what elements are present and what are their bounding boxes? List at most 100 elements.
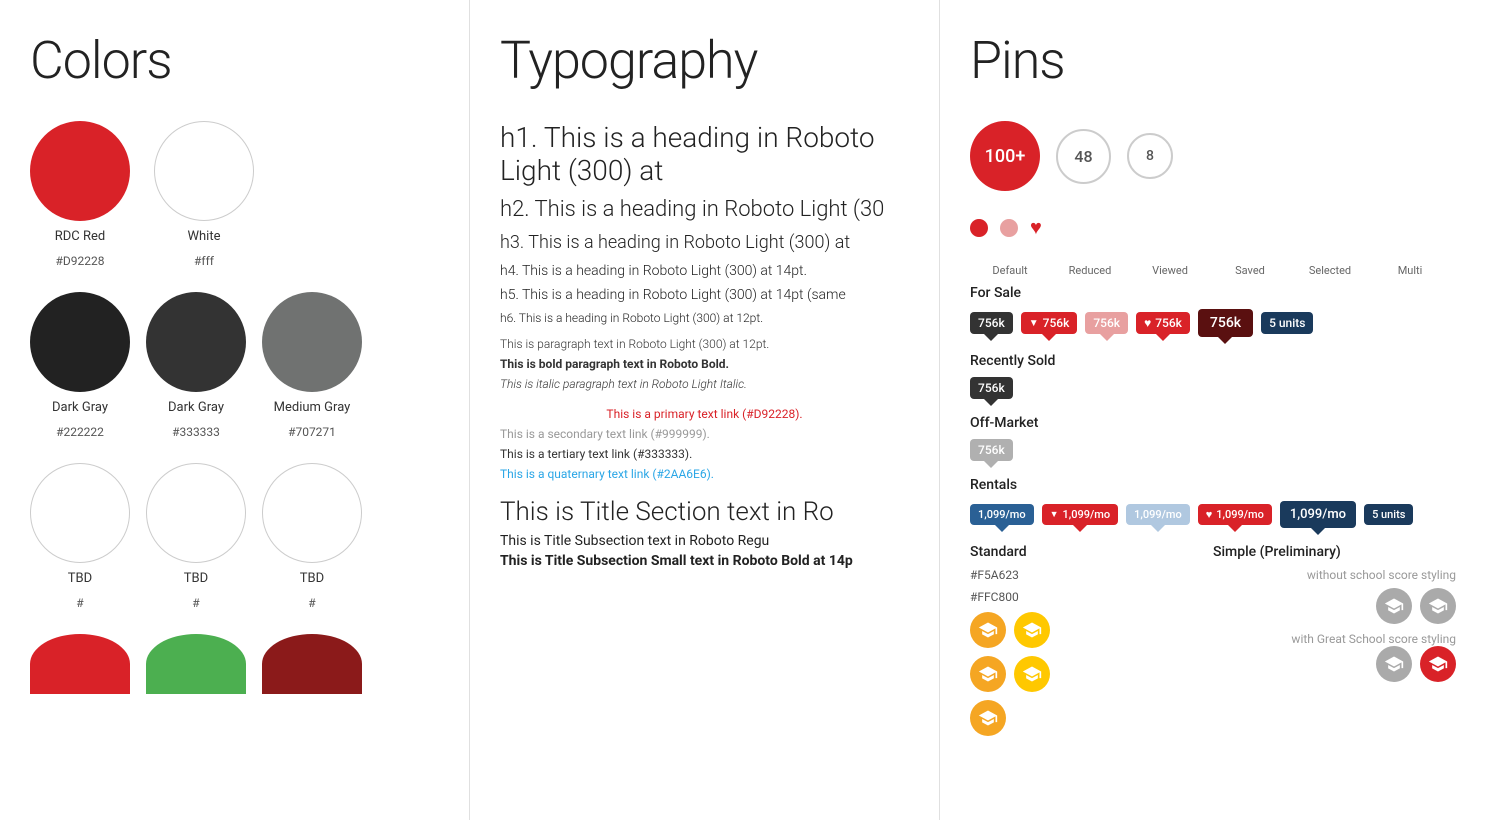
color-item-red-bottom	[30, 634, 130, 694]
school-icon-orange2	[970, 656, 1006, 692]
school-elem-icon2	[1022, 664, 1042, 684]
pin-dots-row: ♥	[970, 215, 1456, 240]
swatch-hex-dark-gray1: #222222	[56, 425, 104, 439]
school-icon-yellow2	[1014, 656, 1050, 692]
color-item-green-bottom	[146, 634, 246, 694]
school-elem-icon-simple	[1384, 654, 1404, 674]
pins-title: Pins	[970, 30, 1456, 91]
school-icon-simple1	[1376, 588, 1412, 624]
link-secondary[interactable]: This is a secondary text link (#999999).	[500, 427, 909, 441]
schools-section: Standard #F5A623 #FFC800	[970, 544, 1456, 744]
school-icon-orange3	[970, 700, 1006, 736]
arrow-down-icon-pink	[1100, 334, 1114, 341]
schools-simple-col: Simple (Preliminary) without school scor…	[1213, 544, 1456, 744]
swatch-hex-medium-gray: #707271	[288, 425, 336, 439]
swatch-label-medium-gray: Medium Gray	[274, 400, 351, 417]
schools-with-label: with Great School score styling	[1213, 632, 1456, 646]
swatch-label-tbd3: TBD	[300, 571, 324, 588]
swatch-green-bottom	[146, 634, 246, 694]
pin-dot-default	[970, 219, 988, 237]
heading-h2: h2. This is a heading in Roboto Light (3…	[500, 197, 909, 222]
swatch-label-tbd2: TBD	[184, 571, 208, 588]
for-sale-pins-row: 756k ▼ 756k 756k ♥ 756k 756k	[970, 309, 1456, 337]
pin-bubble-48: 48	[1056, 129, 1111, 184]
school-icon-simple3	[1376, 646, 1412, 682]
pin-rentals-multi: 5 units	[1364, 504, 1413, 525]
recently-sold-title: Recently Sold	[970, 353, 1456, 369]
arrow-down-icon-saved	[1156, 334, 1170, 341]
school-cap-icon2	[1022, 620, 1042, 640]
off-market-title: Off-Market	[970, 415, 1456, 431]
pin-for-sale-viewed: 756k	[1085, 312, 1128, 334]
color-item-dark-gray2: Dark Gray #333333	[146, 292, 246, 439]
pin-recently-sold-default: 756k	[970, 377, 1013, 399]
pin-column-labels: Default Reduced Viewed Saved Selected Mu…	[970, 264, 1456, 277]
label-multi: Multi	[1370, 264, 1450, 277]
title-subsection-small: This is Title Subsection Small text in R…	[500, 553, 909, 569]
heart-icon: ♥	[1144, 316, 1151, 330]
arrow-down-icon-rent-viewed	[1151, 525, 1165, 532]
label-default: Default	[970, 264, 1050, 277]
arrow-icon: ▼	[1029, 318, 1039, 329]
pin-off-market-default: 756k	[970, 439, 1013, 461]
swatch-rdc-red	[30, 121, 130, 221]
pin-rentals-selected: 1,099/mo	[1280, 501, 1356, 528]
pin-for-sale-multi: 5 units	[1261, 312, 1313, 334]
pin-for-sale-selected: 756k	[1198, 309, 1253, 337]
schools-icons-row2	[970, 656, 1213, 692]
school-cap-icon	[978, 620, 998, 640]
swatch-hex-tbd2: #	[192, 596, 199, 610]
arrow-down-icon-off-market	[984, 461, 998, 468]
swatch-dark-red-bottom	[262, 634, 362, 694]
schools-icons-row1	[970, 612, 1213, 648]
title-section: This is Title Section text in Ro	[500, 497, 909, 527]
swatch-hex-white: #fff	[194, 254, 214, 268]
pin-bubble-8: 8	[1127, 133, 1173, 179]
link-tertiary[interactable]: This is a tertiary text link (#333333).	[500, 447, 909, 461]
arrow-down-icon-rent-red	[1073, 525, 1087, 532]
for-sale-section: For Sale 756k ▼ 756k 756k ♥ 756k	[970, 285, 1456, 337]
color-item-dark-red-bottom	[262, 634, 362, 694]
arrow-down-icon-rent-saved	[1228, 525, 1242, 532]
off-market-pins-row: 756k	[970, 439, 1456, 461]
school-elem-icon	[978, 664, 998, 684]
typography-title: Typography	[500, 30, 909, 91]
school-icon-yellow1	[1014, 612, 1050, 648]
label-selected: Selected	[1290, 264, 1370, 277]
schools-simple-icons-row1	[1213, 588, 1456, 624]
school-icon-simple2	[1420, 588, 1456, 624]
pin-dot-heart: ♥	[1030, 215, 1042, 240]
label-saved: Saved	[1210, 264, 1290, 277]
arrow-down-icon-selected	[1217, 336, 1233, 344]
label-reduced: Reduced	[1050, 264, 1130, 277]
pin-rentals-reduced: ▼ 1,099/mo	[1042, 504, 1119, 525]
pin-for-sale-saved: ♥ 756k	[1136, 312, 1190, 334]
schools-standard-title: Standard	[970, 544, 1213, 560]
arrow-down-icon-sold	[984, 399, 998, 406]
school-cap-icon-simple2	[1428, 596, 1448, 616]
swatch-hex-rdc-red: #D92228	[56, 254, 105, 268]
schools-color2: #FFC800	[970, 590, 1213, 604]
pin-bubble-100: 100+	[970, 121, 1040, 191]
rentals-section: Rentals 1,099/mo ▼ 1,099/mo 1,099/mo ♥ 1…	[970, 477, 1456, 528]
bold-text: This is bold paragraph text in Roboto Bo…	[500, 357, 909, 371]
swatch-hex-tbd1: #	[76, 596, 83, 610]
schools-without-label: without school score styling	[1213, 568, 1456, 582]
swatch-label-dark-gray2: Dark Gray	[168, 400, 224, 417]
heading-h5: h5. This is a heading in Roboto Light (3…	[500, 287, 909, 303]
arrow-down-icon-rent-selected	[1310, 527, 1326, 535]
recently-sold-section: Recently Sold 756k	[970, 353, 1456, 399]
link-primary[interactable]: This is a primary text link (#D92228).	[500, 407, 909, 421]
heading-h6: h6. This is a heading in Roboto Light (3…	[500, 311, 909, 325]
swatch-label-dark-gray1: Dark Gray	[52, 400, 108, 417]
link-quaternary[interactable]: This is a quaternary text link (#2AA6E6)…	[500, 467, 909, 481]
rentals-title: Rentals	[970, 477, 1456, 493]
color-item-white: White #fff	[154, 121, 254, 268]
pin-rentals-saved: ♥ 1,099/mo	[1198, 504, 1272, 525]
off-market-section: Off-Market 756k	[970, 415, 1456, 461]
schools-color1: #F5A623	[970, 568, 1213, 582]
color-item-rdc-red: RDC Red #D92228	[30, 121, 130, 268]
swatch-label-rdc-red: RDC Red	[55, 229, 105, 246]
italic-text: This is italic paragraph text in Roboto …	[500, 377, 909, 391]
pins-section: Pins 100+ 48 8 ♥ Default Reduced Viewed …	[940, 0, 1486, 820]
